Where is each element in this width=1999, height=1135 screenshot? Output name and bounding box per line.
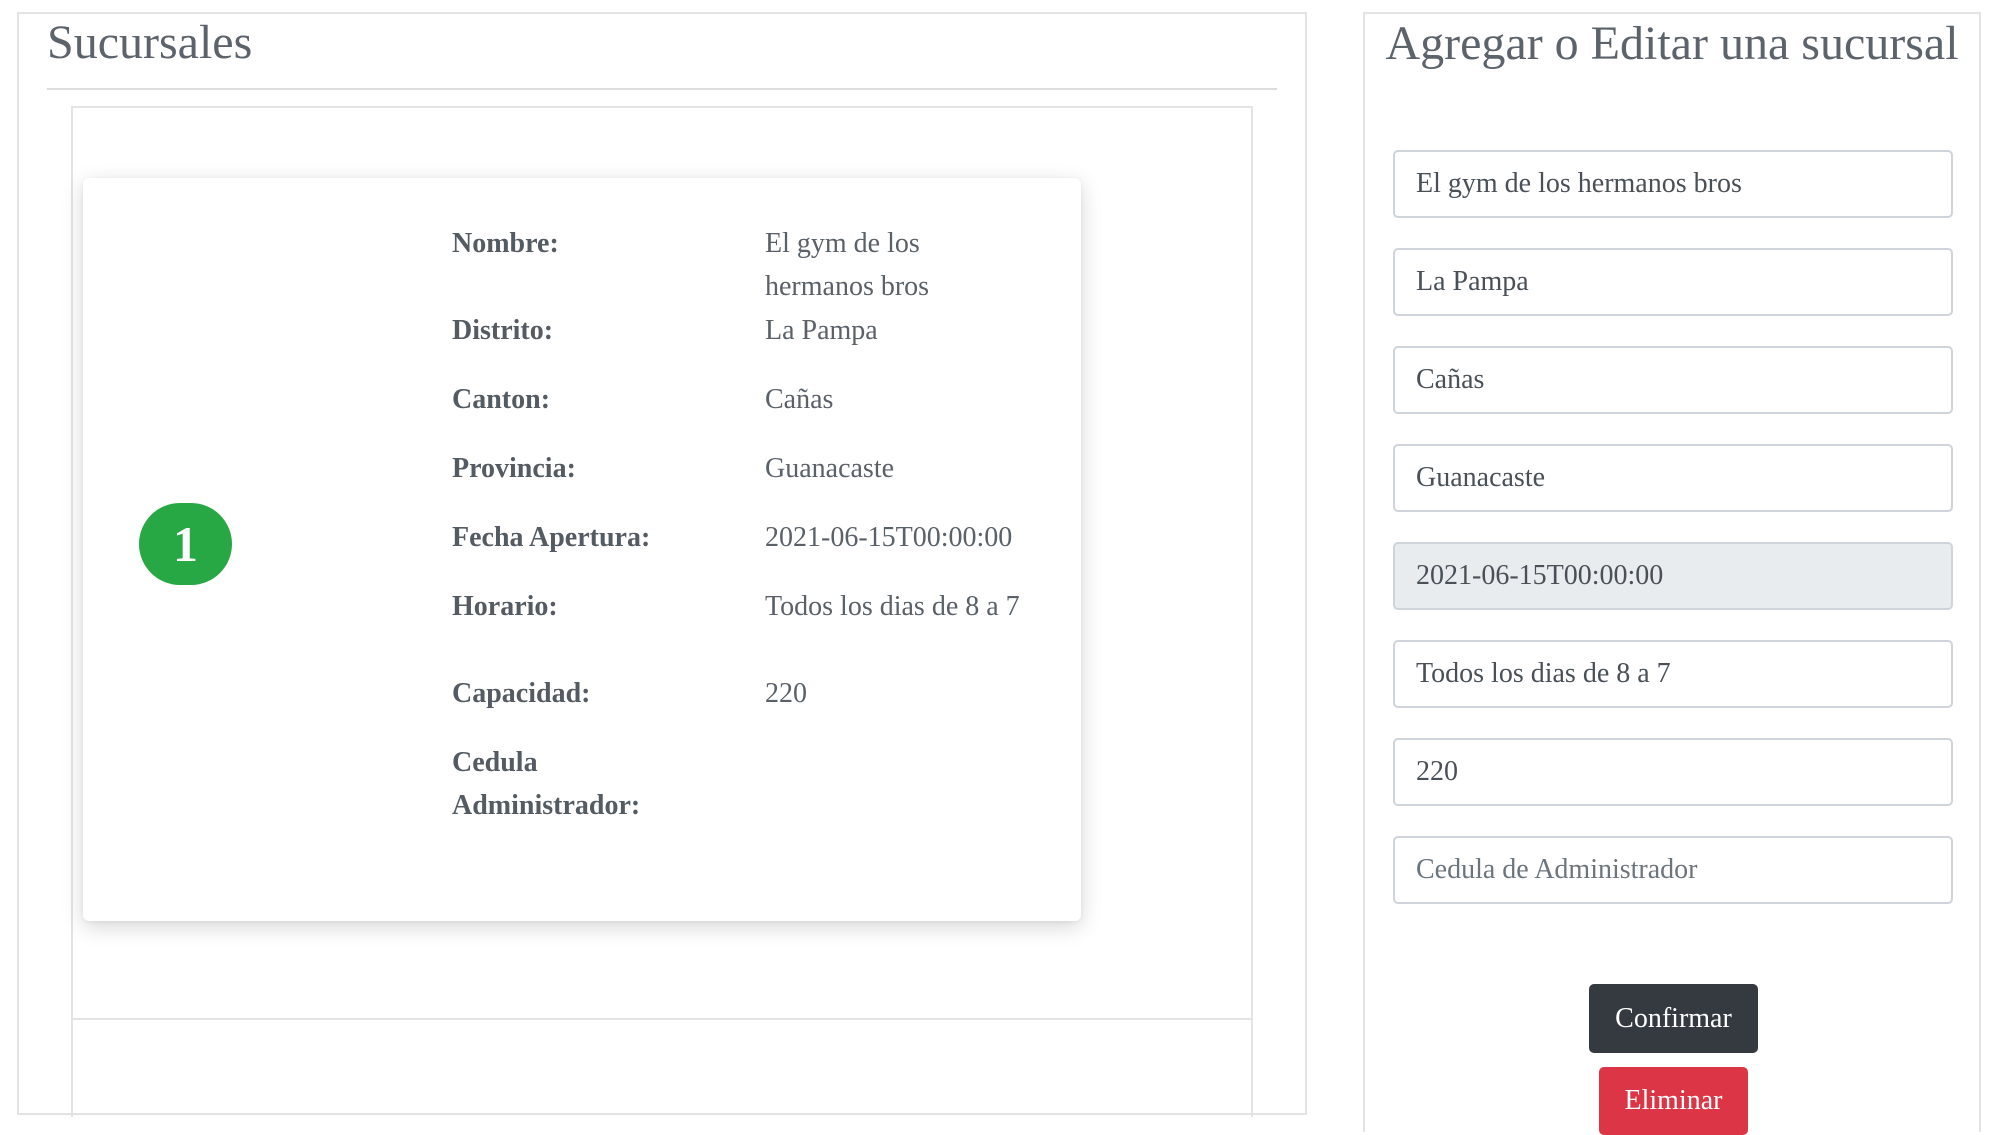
delete-button[interactable]: Eliminar [1599, 1067, 1748, 1135]
district-input[interactable] [1393, 248, 1953, 316]
field-value: Guanacaste [765, 453, 895, 484]
field-label: Canton: [452, 384, 551, 415]
field-value: 2021-06-15T00:00:00 [765, 522, 1013, 553]
field-value: 220 [765, 678, 807, 709]
confirm-button[interactable]: Confirmar [1589, 984, 1758, 1053]
province-input[interactable] [1393, 444, 1953, 512]
field-value: La Pampa [765, 315, 878, 346]
list-item-divider [73, 1018, 1251, 1020]
title-divider [47, 88, 1277, 90]
field-label: Horario: [452, 591, 558, 622]
branches-title: Sucursales [47, 16, 253, 69]
field-label: Provincia: [452, 453, 576, 484]
field-value: Cañas [765, 384, 834, 415]
canton-input[interactable] [1393, 346, 1953, 414]
schedule-input[interactable] [1393, 640, 1953, 708]
field-value: El gym de los hermanos bros [765, 228, 930, 302]
opening-date-input [1393, 542, 1953, 610]
field-value: Todos los dias de 8 a 7 [765, 591, 1020, 622]
field-label: Nombre: [452, 228, 559, 259]
admin-id-input[interactable] [1393, 836, 1953, 904]
field-label: Distrito: [452, 315, 554, 346]
field-label: Fecha Apertura: [452, 522, 651, 553]
branch-number-badge: 1 [139, 503, 232, 585]
field-label: Capacidad: [452, 678, 591, 709]
name-input[interactable] [1393, 150, 1953, 218]
field-label: Cedula Administrador: [452, 747, 641, 821]
branch-card[interactable]: 1 Nombre: El gym de los hermanos bros Di… [83, 178, 1081, 921]
form-title: Agregar o Editar una sucursal [1385, 17, 1959, 70]
branch-list: 1 Nombre: El gym de los hermanos bros Di… [71, 106, 1253, 1117]
branches-panel: Sucursales 1 Nombre: El gym de los herma… [17, 12, 1307, 1117]
capacity-input[interactable] [1393, 738, 1953, 806]
branch-form-panel: Agregar o Editar una sucursal Confirmar … [1363, 12, 1981, 1135]
